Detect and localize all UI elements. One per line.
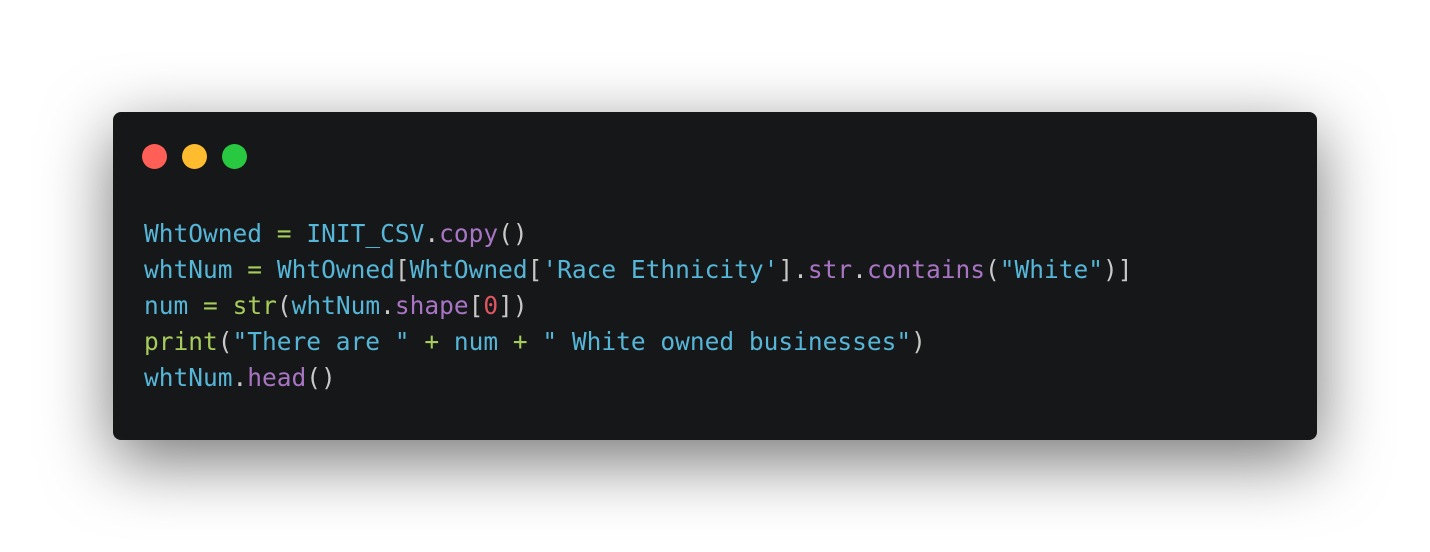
maximize-dot-icon[interactable] [222, 144, 247, 169]
code-token-punct: ( [276, 291, 292, 320]
code-token-punct: . [380, 291, 395, 320]
code-token-punct [498, 327, 513, 356]
code-token-punct: ) [911, 327, 926, 356]
code-token-punct: [ [394, 255, 410, 284]
code-token-identifier: num [144, 291, 189, 320]
code-token-punct: [ [468, 291, 484, 320]
code-token-identifier: INIT_CSV [306, 219, 425, 248]
code-token-operator: = [276, 219, 292, 248]
code-token-method: copy [439, 219, 499, 248]
code-token-punct [218, 291, 233, 320]
code-token-punct [188, 291, 203, 320]
code-token-punct: . [424, 219, 440, 248]
code-token-identifier: whtNum [291, 291, 381, 320]
code-token-punct: ]) [498, 291, 528, 320]
code-token-string: "White" [999, 255, 1103, 284]
minimize-dot-icon[interactable] [182, 144, 207, 169]
code-token-punct: . [232, 363, 248, 392]
code-token-punct: ( [984, 255, 1000, 284]
code-token-punct: )] [1102, 255, 1133, 284]
code-token-method: str [807, 255, 853, 284]
code-token-punct [439, 327, 454, 356]
code-token-punct [528, 327, 543, 356]
code-token-operator: + [424, 327, 440, 356]
code-token-identifier: WhtOwned [409, 255, 528, 284]
code-token-number: 0 [483, 291, 499, 320]
code-token-string: "There are " [232, 327, 410, 356]
code-token-method: head [247, 363, 307, 392]
close-dot-icon[interactable] [142, 144, 167, 169]
code-token-punct: [ [527, 255, 543, 284]
code-line: WhtOwned = INIT_CSV.copy() [144, 216, 1133, 252]
code-token-punct [233, 255, 248, 284]
code-token-identifier: num [453, 327, 499, 356]
code-token-operator: print [144, 327, 218, 356]
code-line: num = str(whtNum.shape[0]) [144, 288, 1133, 324]
code-line: whtNum.head() [144, 360, 1133, 396]
code-token-punct: ]. [778, 255, 808, 284]
code-token-string: 'Race Ethnicity' [542, 255, 779, 284]
code-token-punct [262, 255, 277, 284]
code-token-punct [262, 219, 277, 248]
code-token-operator: str [232, 291, 277, 320]
code-line: whtNum = WhtOwned[WhtOwned['Race Ethnici… [144, 252, 1133, 288]
code-token-punct: () [498, 219, 528, 248]
code-token-identifier: WhtOwned [276, 255, 395, 284]
code-token-identifier: whtNum [144, 255, 233, 284]
code-window: WhtOwned = INIT_CSV.copy() whtNum = WhtOw… [113, 112, 1317, 440]
code-token-punct [410, 327, 425, 356]
code-token-identifier: whtNum [144, 363, 233, 392]
code-token-string: " White owned businesses" [542, 327, 912, 356]
code-line: print("There are " + num + " White owned… [144, 324, 1133, 360]
code-token-operator: + [512, 327, 528, 356]
code-token-punct: () [306, 363, 336, 392]
code-token-method: shape [394, 291, 469, 320]
code-token-operator: = [203, 291, 218, 320]
code-token-punct [292, 219, 307, 248]
code-token-punct: . [852, 255, 867, 284]
code-token-method: contains [866, 255, 985, 284]
code-token-identifier: WhtOwned [144, 219, 263, 248]
code-token-operator: = [247, 255, 263, 284]
code-block: WhtOwned = INIT_CSV.copy() whtNum = WhtOw… [144, 216, 1133, 396]
code-token-punct: ( [217, 327, 233, 356]
